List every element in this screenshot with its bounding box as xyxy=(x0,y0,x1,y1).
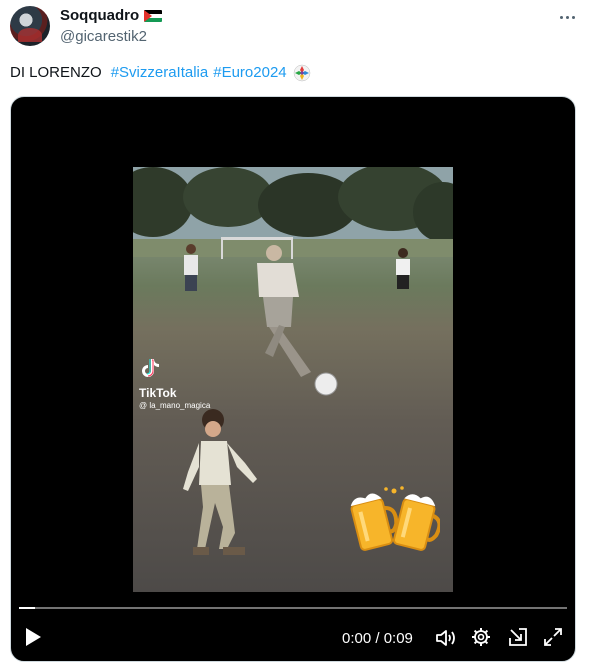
hashtag-link[interactable]: #Euro2024 xyxy=(213,63,286,83)
author-name-row: Soqquadro xyxy=(60,7,163,24)
palestine-flag-icon xyxy=(144,9,163,22)
video-player[interactable]: TikTok @ la_mano_magica 0:00 / 0:09 xyxy=(10,96,576,662)
volume-icon[interactable] xyxy=(435,628,457,648)
tiktok-logo-icon xyxy=(142,359,159,377)
euro2024-trophy-emoji-icon xyxy=(293,64,310,82)
tiktok-username: @ la_mano_magica xyxy=(139,401,211,410)
author-display-name[interactable]: Soqquadro xyxy=(60,7,139,24)
tweet-body: DI LORENZO xyxy=(10,64,102,81)
popout-icon[interactable] xyxy=(508,627,528,647)
fullscreen-icon[interactable] xyxy=(543,627,563,647)
progress-bar-fill xyxy=(19,607,36,609)
author-handle[interactable]: @gicarestik2 xyxy=(60,28,147,45)
cheers-beer-mugs-icon xyxy=(350,486,440,551)
more-options-icon[interactable] xyxy=(557,8,577,26)
progress-bar[interactable] xyxy=(19,607,567,609)
avatar[interactable] xyxy=(10,6,50,46)
gear-icon[interactable] xyxy=(471,627,491,647)
tiktok-watermark: TikTok @ la_mano_magica xyxy=(139,357,210,410)
tweet-text: DI LORENZO #SvizzeraItalia #Euro2024 xyxy=(10,63,311,83)
tweet: Soqquadro @gicarestik2 DI LORENZO #Svizz… xyxy=(0,0,592,667)
play-icon[interactable] xyxy=(23,626,43,648)
tiktok-brand-label: TikTok xyxy=(139,386,177,400)
time-display: 0:00 / 0:09 xyxy=(342,630,413,647)
hashtag-link[interactable]: #SvizzeraItalia xyxy=(111,63,209,83)
video-frame[interactable]: TikTok @ la_mano_magica xyxy=(133,167,453,592)
